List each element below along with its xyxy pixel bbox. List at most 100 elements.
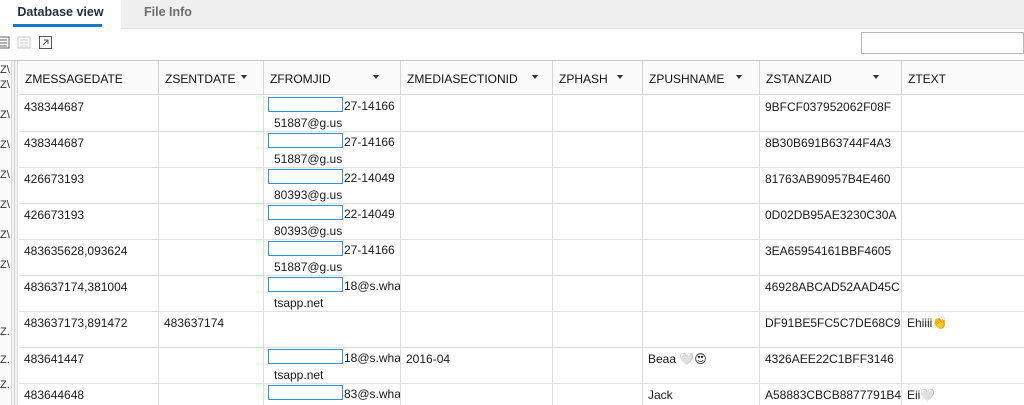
cell-ztext[interactable] [902, 240, 1024, 276]
cell-zstanzaid[interactable]: 0D02DB95AE3230C30A [760, 204, 902, 240]
cell-zstanzaid[interactable]: 81763AB90957B4E460 [760, 168, 902, 204]
cell-zsentdate[interactable] [159, 204, 264, 240]
cell-zmediasectionid[interactable] [401, 204, 553, 240]
cell-zmessagedate[interactable]: 483637173,891472 [19, 312, 159, 348]
cell-zphash[interactable] [553, 384, 643, 405]
cell-zsentdate[interactable] [159, 348, 264, 384]
cell-zstanzaid[interactable]: DF91BE5FC5C7DE68C9 [760, 312, 902, 348]
table-row[interactable]: 483641447 18@s.wha tsapp.net 2016-04 Beaa 🤍😍… [19, 348, 1024, 384]
search-input[interactable] [861, 32, 1024, 54]
cell-zfromjid[interactable]: 27-14166 51887@g.us [264, 132, 401, 168]
col-header-zfromjid[interactable]: ZFROMJID [264, 61, 401, 95]
list-view-icon[interactable] [0, 35, 11, 50]
cell-zphash[interactable] [553, 96, 643, 132]
sort-dropdown-icon[interactable] [617, 75, 623, 79]
cell-zmessagedate[interactable]: 426673193 [19, 168, 159, 204]
cell-zpushname[interactable] [643, 96, 760, 132]
cell-zmediasectionid[interactable] [401, 312, 553, 348]
tab-database-view[interactable]: Database view [0, 0, 121, 29]
cell-zphash[interactable] [553, 240, 643, 276]
cell-zfromjid[interactable] [264, 312, 401, 348]
cell-zsentdate[interactable] [159, 168, 264, 204]
cell-ztext[interactable] [902, 204, 1024, 240]
cell-zmessagedate[interactable]: 426673193 [19, 204, 159, 240]
table-row[interactable]: 426673193 22-14049 80393@g.us 0D02DB95AE323… [19, 204, 1024, 240]
cell-zmessagedate[interactable]: 483641447 [19, 348, 159, 384]
cell-zpushname[interactable] [643, 276, 760, 312]
sort-dropdown-icon[interactable] [736, 75, 742, 79]
cell-zmediasectionid[interactable]: 2016-04 [401, 348, 553, 384]
cell-zsentdate[interactable] [159, 132, 264, 168]
cell-zpushname[interactable] [643, 168, 760, 204]
col-header-zphash[interactable]: ZPHASH [553, 61, 643, 95]
col-header-ztext[interactable]: ZTEXT [902, 61, 1024, 95]
cell-zmediasectionid[interactable] [401, 168, 553, 204]
cell-zsentdate[interactable] [159, 276, 264, 312]
cell-zsentdate[interactable] [159, 384, 264, 405]
col-header-zsentdate[interactable]: ZSENTDATE [159, 61, 264, 95]
cell-zfromjid[interactable]: 22-14049 80393@g.us [264, 204, 401, 240]
table-row[interactable]: 483637173,891472 483637174 DF91BE5FC5C7DE6… [19, 312, 1024, 348]
col-header-zpushname[interactable]: ZPUSHNAME [643, 61, 760, 95]
cell-zsentdate[interactable]: 483637174 [159, 312, 264, 348]
cell-zstanzaid[interactable]: 46928ABCAD52AAD45C [760, 276, 902, 312]
cell-zstanzaid[interactable]: 9BFCF037952062F08F [760, 96, 902, 132]
cell-zphash[interactable] [553, 168, 643, 204]
cell-zmessagedate[interactable]: 438344687 [19, 96, 159, 132]
cell-ztext[interactable] [902, 168, 1024, 204]
table-row[interactable]: 438344687 27-14166 51887@g.us 9BFCF03795206… [19, 96, 1024, 132]
cell-zpushname[interactable] [643, 240, 760, 276]
cell-zmessagedate[interactable]: 438344687 [19, 132, 159, 168]
tab-file-info[interactable]: File Info [122, 0, 214, 29]
cell-zmediasectionid[interactable] [401, 132, 553, 168]
cell-zfromjid[interactable]: 22-14049 80393@g.us [264, 168, 401, 204]
sort-dropdown-icon[interactable] [373, 75, 379, 79]
col-header-zmessagedate[interactable]: ZMESSAGEDATE [19, 61, 159, 95]
export-icon[interactable] [38, 35, 53, 50]
cell-zfromjid[interactable]: 18@s.wha tsapp.net [264, 348, 401, 384]
table-row[interactable]: 483637174,381004 18@s.wha tsapp.net 46928AB… [19, 276, 1024, 312]
cell-zphash[interactable] [553, 132, 643, 168]
disabled-list-icon[interactable] [17, 35, 32, 50]
col-header-zstanzaid[interactable]: ZSTANZAID [760, 61, 902, 95]
col-header-zmediasectionid[interactable]: ZMEDIASECTIONID [401, 61, 553, 95]
cell-zfromjid[interactable]: 27-14166 51887@g.us [264, 96, 401, 132]
cell-zpushname[interactable]: Beaa 🤍😍 [643, 348, 760, 384]
cell-zpushname[interactable] [643, 132, 760, 168]
cell-zstanzaid[interactable]: 3EA65954161BBF4605 [760, 240, 902, 276]
cell-zstanzaid[interactable]: 8B30B691B63744F4A3 [760, 132, 902, 168]
cell-zphash[interactable] [553, 348, 643, 384]
cell-zmediasectionid[interactable] [401, 96, 553, 132]
table-row[interactable]: 426673193 22-14049 80393@g.us 81763AB90957B… [19, 168, 1024, 204]
sort-dropdown-icon[interactable] [532, 75, 538, 79]
sort-dropdown-icon[interactable] [873, 75, 879, 79]
cell-ztext[interactable]: Eii🤍 [902, 384, 1024, 405]
cell-zpushname[interactable] [643, 312, 760, 348]
cell-zfromjid[interactable]: 18@s.wha tsapp.net [264, 276, 401, 312]
cell-zpushname[interactable]: Jack [643, 384, 760, 405]
sort-dropdown-icon[interactable] [241, 75, 247, 79]
pane-splitter[interactable] [11, 61, 18, 405]
cell-zstanzaid[interactable]: A58883CBCB8877791B4 [760, 384, 902, 405]
cell-zsentdate[interactable] [159, 240, 264, 276]
cell-ztext[interactable] [902, 348, 1024, 384]
cell-ztext[interactable] [902, 132, 1024, 168]
cell-zphash[interactable] [553, 204, 643, 240]
cell-ztext[interactable] [902, 276, 1024, 312]
cell-zmessagedate[interactable]: 483637174,381004 [19, 276, 159, 312]
cell-zmessagedate[interactable]: 483635628,093624 [19, 240, 159, 276]
table-row[interactable]: 438344687 27-14166 51887@g.us 8B30B691B6374… [19, 132, 1024, 168]
cell-zsentdate[interactable] [159, 96, 264, 132]
cell-zfromjid[interactable]: 27-14166 51887@g.us [264, 240, 401, 276]
cell-zfromjid[interactable]: 83@s.wha [264, 384, 401, 405]
table-row[interactable]: 483635628,093624 27-14166 51887@g.us 3EA659… [19, 240, 1024, 276]
cell-ztext[interactable]: Ehiiii👏 [902, 312, 1024, 348]
cell-zphash[interactable] [553, 276, 643, 312]
cell-zmessagedate[interactable]: 483644648 [19, 384, 159, 405]
cell-zphash[interactable] [553, 312, 643, 348]
cell-zmediasectionid[interactable] [401, 384, 553, 405]
cell-ztext[interactable] [902, 96, 1024, 132]
cell-zpushname[interactable] [643, 204, 760, 240]
cell-zmediasectionid[interactable] [401, 276, 553, 312]
cell-zmediasectionid[interactable] [401, 240, 553, 276]
